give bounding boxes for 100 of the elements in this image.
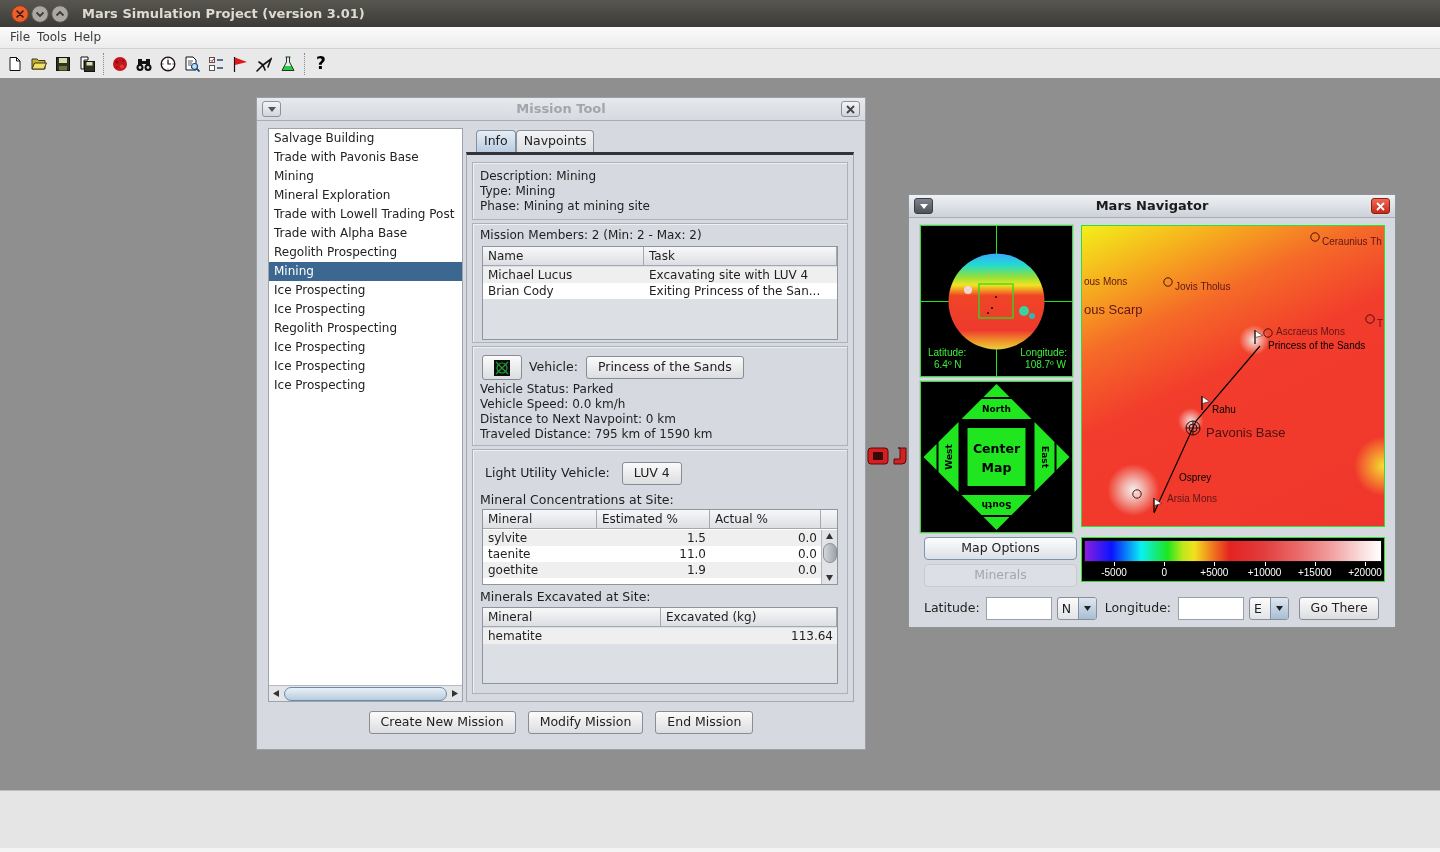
document-search-icon[interactable] — [184, 55, 200, 72]
map-label: ous Mons — [1084, 276, 1128, 288]
flag-icon — [1153, 498, 1162, 512]
flag-icon[interactable] — [232, 55, 248, 72]
close-icon[interactable] — [11, 4, 29, 23]
direction-dropdown[interactable]: E — [1249, 597, 1290, 620]
menu-item[interactable]: Help — [73, 27, 101, 48]
partial-emblem-icon — [866, 445, 908, 467]
vehicle-label: Vehicle: — [529, 358, 578, 377]
mission-action-button[interactable]: Modify Mission — [527, 711, 644, 734]
vehicle-name-button[interactable]: Princess of the Sands — [585, 356, 744, 379]
collapse-button[interactable] — [262, 101, 281, 117]
scroll-left-icon[interactable] — [272, 689, 280, 698]
map-label: Jovis Tholus — [1175, 281, 1231, 293]
scroll-thumb[interactable] — [284, 686, 447, 701]
save-icon[interactable] — [55, 55, 71, 72]
tab[interactable]: Navpoints — [515, 130, 595, 152]
map-label: Ascraeus Mons — [1276, 326, 1345, 338]
window-title: Mission Tool — [516, 100, 606, 119]
mission-list-item[interactable]: Regolith Prospecting — [269, 243, 462, 262]
longitude-value: 108.7º W — [1025, 359, 1066, 371]
table-header-cell: Name — [483, 247, 644, 266]
vehicle-detail: Vehicle Status: Parked — [480, 382, 614, 397]
table-cell: Michael Lucus — [483, 267, 644, 283]
close-icon — [1376, 201, 1385, 211]
map-label: Rahu — [1212, 404, 1236, 416]
scroll-right-icon[interactable] — [451, 689, 459, 698]
table-cell: 1.9 — [597, 562, 710, 578]
plane-icon[interactable] — [256, 55, 272, 72]
maximize-icon[interactable] — [51, 4, 69, 23]
landmark-marker-icon — [1132, 489, 1142, 499]
mission-list-item[interactable]: Salvage Building — [269, 129, 462, 148]
menu-item[interactable]: File — [10, 27, 31, 48]
map-label: Osprey — [1179, 472, 1212, 484]
table-header-cell: Estimated % — [597, 510, 710, 529]
flag-icon — [1254, 330, 1263, 344]
table-header-cell: Mineral — [483, 510, 597, 529]
longitude-label: Longitude: — [1104, 599, 1172, 618]
landmark-marker-icon — [1163, 277, 1173, 287]
mission-list-item[interactable]: Ice Prospecting — [269, 338, 462, 357]
mission-list-item[interactable]: Trade with Lowell Trading Post — [269, 205, 462, 224]
mission-list-item[interactable]: Ice Prospecting — [269, 376, 462, 395]
minimize-icon[interactable] — [31, 4, 49, 23]
center-map-button[interactable]: Center Map — [967, 428, 1026, 486]
mission-action-button[interactable]: End Mission — [655, 711, 754, 734]
scale-tick-label: 0 — [1161, 567, 1167, 578]
flask-icon[interactable] — [280, 55, 296, 72]
vehicle-icon-button[interactable] — [482, 355, 522, 380]
menu-item[interactable]: Tools — [37, 27, 67, 48]
scroll-thumb[interactable] — [822, 543, 837, 563]
scale-tick-label: -5000 — [1101, 567, 1127, 578]
tab[interactable]: Info — [476, 130, 516, 152]
help-button[interactable]: ? — [313, 55, 329, 72]
vehicle-detail: Vehicle Speed: 0.0 km/h — [480, 397, 626, 412]
map-options-button[interactable]: Map Options — [924, 537, 1077, 560]
scroll-down-icon[interactable] — [825, 574, 834, 582]
mission-list-item[interactable]: Trade with Alpha Base — [269, 224, 462, 243]
checklist-icon[interactable] — [208, 55, 224, 72]
settlement-marker-icon — [1185, 420, 1201, 436]
latitude-value: 6.4º N — [934, 359, 962, 371]
scroll-up-icon[interactable] — [825, 532, 834, 540]
mission-action-button[interactable]: Create New Mission — [368, 711, 516, 734]
map-label: Pavonis Base — [1206, 425, 1286, 440]
caret-icon — [267, 106, 276, 112]
caret-icon — [1083, 606, 1091, 611]
flag-icon — [1201, 396, 1210, 410]
collapse-button[interactable] — [914, 198, 933, 214]
open-folder-icon[interactable] — [31, 55, 47, 72]
mission-list-item[interactable]: Mining — [269, 167, 462, 186]
close-button[interactable] — [1371, 198, 1390, 214]
luv-button[interactable]: LUV 4 — [621, 462, 682, 485]
latitude-label: Latitude: — [928, 347, 967, 359]
save-all-icon[interactable] — [79, 55, 95, 72]
table-cell: Brian Cody — [483, 283, 644, 299]
table-header-cell: Task — [644, 247, 837, 266]
go-there-button[interactable]: Go There — [1299, 597, 1380, 620]
table-cell: sylvite — [483, 530, 597, 546]
clock-icon[interactable] — [160, 55, 176, 72]
landmark-marker-icon — [1310, 232, 1320, 242]
latitude-input[interactable] — [985, 597, 1052, 620]
new-document-icon[interactable] — [7, 55, 23, 72]
mission-list-item[interactable]: Ice Prospecting — [269, 300, 462, 319]
mission-list-item[interactable]: Ice Prospecting — [269, 281, 462, 300]
landmark-marker-icon — [1263, 328, 1273, 338]
close-button[interactable] — [841, 101, 860, 117]
table-cell: goethite — [483, 562, 597, 578]
longitude-label: Longitude: — [1020, 347, 1067, 359]
mission-list-item[interactable]: Mining — [269, 262, 462, 281]
mission-list-item[interactable]: Regolith Prospecting — [269, 319, 462, 338]
description-line: Description: Mining — [480, 169, 597, 184]
header-corner — [821, 510, 837, 529]
table-header-cell: Actual % — [710, 510, 821, 529]
table-header-cell: Mineral — [483, 608, 661, 627]
scale-tick-label: +5000 — [1200, 567, 1229, 578]
mission-list-item[interactable]: Ice Prospecting — [269, 357, 462, 376]
mission-list-item[interactable]: Mineral Exploration — [269, 186, 462, 205]
planet-icon[interactable] — [112, 55, 128, 72]
direction-dropdown[interactable]: N — [1056, 597, 1097, 620]
longitude-input[interactable] — [1178, 597, 1245, 620]
mission-list-item[interactable]: Trade with Pavonis Base — [269, 148, 462, 167]
